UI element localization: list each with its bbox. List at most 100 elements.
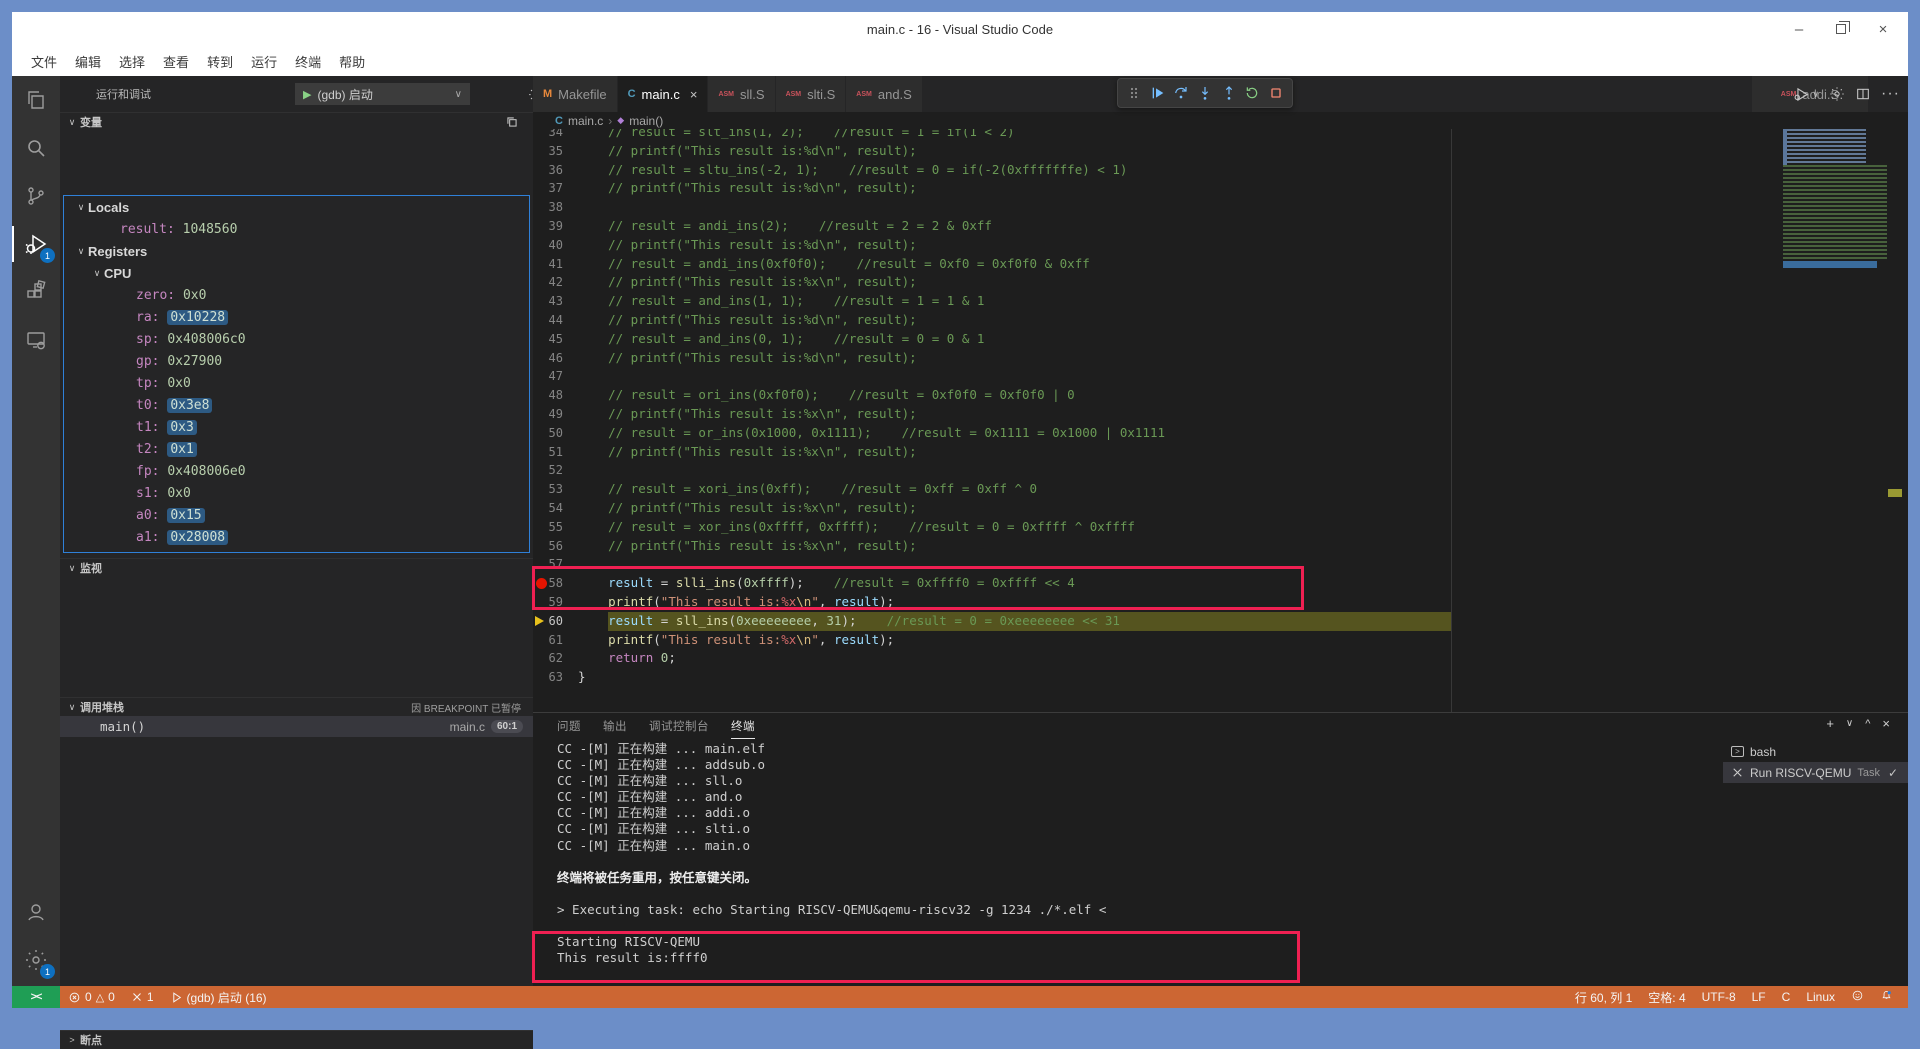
- line-number[interactable]: 41: [533, 255, 563, 274]
- code-line-48[interactable]: 48 // result = ori_ins(0xf0f0); //result…: [533, 386, 1908, 405]
- running-tasks-status[interactable]: 1: [123, 990, 162, 1004]
- account-icon[interactable]: [12, 888, 60, 936]
- toolbar-drag-handle[interactable]: [1122, 81, 1146, 105]
- breadcrumb-symbol[interactable]: main(): [629, 114, 663, 128]
- settings-gear-icon[interactable]: 1: [12, 936, 60, 984]
- code-line-55[interactable]: 55 // result = xor_ins(0xffff, 0xffff); …: [533, 518, 1908, 537]
- line-number[interactable]: 45: [533, 330, 563, 349]
- code-line-47[interactable]: 47: [533, 367, 1908, 386]
- line-number[interactable]: 43: [533, 292, 563, 311]
- terminal-item-task[interactable]: Run RISCV-QEMU Task ✓: [1723, 762, 1908, 783]
- code-line-39[interactable]: 39 // result = andi_ins(2); //result = 2…: [533, 217, 1908, 236]
- source-control-icon[interactable]: [12, 172, 60, 220]
- callstack-section-header[interactable]: ∨ 调用堆栈 因 BREAKPOINT 已暂停: [60, 697, 533, 716]
- step-over-icon[interactable]: [1169, 81, 1193, 105]
- line-number[interactable]: 34: [533, 129, 563, 142]
- menu-item[interactable]: 转到: [198, 48, 242, 75]
- maximize-panel-icon[interactable]: ^: [1865, 718, 1870, 730]
- code-line-43[interactable]: 43 // result = and_ins(1, 1); //result =…: [533, 292, 1908, 311]
- variable-row[interactable]: t2: 0x1: [64, 438, 529, 460]
- variable-row[interactable]: zero: 0x0: [64, 284, 529, 306]
- line-number[interactable]: 40: [533, 236, 563, 255]
- status-item[interactable]: C: [1779, 990, 1794, 1004]
- extensions-icon[interactable]: [12, 268, 60, 316]
- line-number[interactable]: 44: [533, 311, 563, 330]
- line-number[interactable]: 38: [533, 198, 563, 217]
- breakpoints-section-header[interactable]: > 断点: [60, 1030, 533, 1049]
- variable-row[interactable]: sp: 0x408006c0: [64, 328, 529, 350]
- variable-row[interactable]: a1: 0x28008: [64, 526, 529, 548]
- debug-session-status[interactable]: (gdb) 启动 (16): [162, 989, 275, 1006]
- watch-section-header[interactable]: ∨ 监视: [60, 558, 533, 577]
- terminal-item-bash[interactable]: > bash: [1723, 741, 1908, 762]
- line-number[interactable]: 61: [533, 631, 563, 650]
- split-editor-icon[interactable]: [1855, 86, 1871, 102]
- tab-slti.S[interactable]: ASM slti.S: [775, 76, 847, 112]
- code-line-49[interactable]: 49 // printf("This result is:%x\n", resu…: [533, 405, 1908, 424]
- line-number[interactable]: 46: [533, 349, 563, 368]
- panel-tab-调试控制台[interactable]: 调试控制台: [649, 714, 709, 738]
- line-number[interactable]: 55: [533, 518, 563, 537]
- launch-config-dropdown[interactable]: ▶ (gdb) 启动 ∨: [295, 83, 470, 105]
- tab-Makefile[interactable]: M Makefile: [533, 76, 618, 112]
- variable-row[interactable]: ∨ Locals: [64, 196, 529, 218]
- status-item[interactable]: UTF-8: [1699, 990, 1739, 1004]
- code-line-46[interactable]: 46 // printf("This result is:%d\n", resu…: [533, 349, 1908, 368]
- code-line-42[interactable]: 42 // printf("This result is:%x\n", resu…: [533, 273, 1908, 292]
- code-line-37[interactable]: 37 // printf("This result is:%d\n", resu…: [533, 179, 1908, 198]
- line-number[interactable]: 42: [533, 273, 563, 292]
- line-number[interactable]: 36: [533, 161, 563, 180]
- variable-row[interactable]: gp: 0x27900: [64, 350, 529, 372]
- explorer-icon[interactable]: [12, 76, 60, 124]
- new-terminal-icon[interactable]: +: [1826, 716, 1834, 731]
- code-line-58[interactable]: 58 result = slli_ins(0xffff); //result =…: [533, 574, 1908, 593]
- step-out-icon[interactable]: [1217, 81, 1241, 105]
- code-line-45[interactable]: 45 // result = and_ins(0, 1); //result =…: [533, 330, 1908, 349]
- menu-item[interactable]: 运行: [242, 48, 286, 75]
- status-item[interactable]: 空格: 4: [1645, 989, 1688, 1006]
- code-editor[interactable]: 34 // result = slt_ins(1, 2); //result =…: [533, 129, 1908, 712]
- code-line-63[interactable]: 63}: [533, 668, 1908, 687]
- code-line-38[interactable]: 38: [533, 198, 1908, 217]
- line-number[interactable]: 59: [533, 593, 563, 612]
- variable-row[interactable]: ra: 0x10228: [64, 306, 529, 328]
- status-item[interactable]: LF: [1749, 990, 1769, 1004]
- code-line-61[interactable]: 61 printf("This result is:%x\n", result)…: [533, 631, 1908, 650]
- stop-icon[interactable]: [1264, 81, 1288, 105]
- code-line-35[interactable]: 35 // printf("This result is:%d\n", resu…: [533, 142, 1908, 161]
- minimize-button[interactable]: –: [1778, 12, 1820, 46]
- code-line-36[interactable]: 36 // result = sltu_ins(-2, 1); //result…: [533, 161, 1908, 180]
- problems-status[interactable]: 0 △ 0: [60, 990, 123, 1004]
- line-number[interactable]: 63: [533, 668, 563, 687]
- variable-row[interactable]: t0: 0x3e8: [64, 394, 529, 416]
- variable-row[interactable]: a0: 0x15: [64, 504, 529, 526]
- tab-sll.S[interactable]: ASM sll.S: [708, 76, 776, 112]
- feedback-icon[interactable]: [1848, 989, 1867, 1005]
- variable-row[interactable]: a2: 0x1: [64, 548, 529, 552]
- more-actions-icon[interactable]: ···: [1881, 85, 1900, 103]
- variable-row[interactable]: fp: 0x408006e0: [64, 460, 529, 482]
- line-number[interactable]: 39: [533, 217, 563, 236]
- restart-icon[interactable]: [1241, 81, 1265, 105]
- start-debug-icon[interactable]: ▶: [303, 88, 311, 101]
- variable-row[interactable]: ∨ CPU: [64, 262, 529, 284]
- code-line-62[interactable]: 62 return 0;: [533, 649, 1908, 668]
- variable-row[interactable]: ∨ Registers: [64, 240, 529, 262]
- close-icon[interactable]: ×: [690, 87, 698, 102]
- panel-tab-问题[interactable]: 问题: [557, 714, 581, 738]
- tab-main.c[interactable]: Cmain.c ×: [617, 76, 709, 112]
- minimap[interactable]: [1783, 129, 1901, 275]
- line-number[interactable]: 56: [533, 537, 563, 556]
- menu-item[interactable]: 编辑: [66, 48, 110, 75]
- line-number[interactable]: 51: [533, 443, 563, 462]
- tab-and.S[interactable]: ASM and.S: [846, 76, 923, 112]
- code-line-34[interactable]: 34 // result = slt_ins(1, 2); //result =…: [533, 129, 1908, 142]
- line-number[interactable]: 37: [533, 179, 563, 198]
- code-line-41[interactable]: 41 // result = andi_ins(0xf0f0); //resul…: [533, 255, 1908, 274]
- code-line-52[interactable]: 52: [533, 461, 1908, 480]
- editor-gear-icon[interactable]: [1829, 86, 1845, 102]
- line-number[interactable]: 50: [533, 424, 563, 443]
- line-number[interactable]: 62: [533, 649, 563, 668]
- variables-section-header[interactable]: ∨ 变量: [60, 112, 533, 131]
- copy-icon[interactable]: [505, 115, 519, 129]
